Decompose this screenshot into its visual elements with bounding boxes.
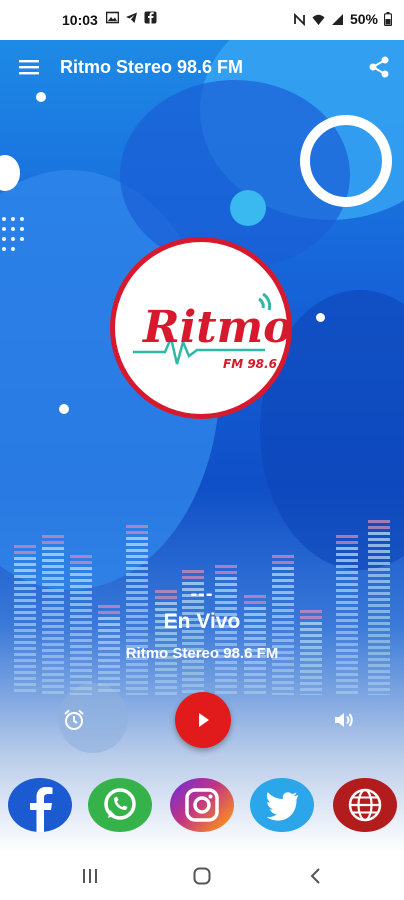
signal-icon xyxy=(331,13,343,25)
hamburger-icon[interactable] xyxy=(14,52,44,82)
telegram-icon xyxy=(126,12,137,23)
share-icon[interactable] xyxy=(366,54,392,80)
station-logo: Ritmo FM 98.6 xyxy=(110,237,292,419)
logo-text: Ritmo xyxy=(141,302,287,353)
wifi-icon xyxy=(312,14,325,25)
battery-icon xyxy=(384,12,392,26)
volume-icon[interactable] xyxy=(332,708,356,732)
play-button[interactable] xyxy=(175,692,231,748)
instagram-icon xyxy=(185,788,219,822)
facebook-small-icon xyxy=(144,11,157,24)
status-time: 10:03 xyxy=(62,12,98,28)
track-title: --- xyxy=(190,583,214,605)
battery-percent: 50% xyxy=(349,11,378,27)
live-status: En Vivo xyxy=(163,610,241,633)
logo-sub: FM 98.6 xyxy=(223,357,277,371)
recents-icon[interactable] xyxy=(80,866,100,886)
back-icon[interactable] xyxy=(306,866,326,886)
notification-icons xyxy=(106,11,157,24)
system-nav-bar xyxy=(0,852,404,900)
app-bar: Ritmo Stereo 98.6 FM xyxy=(0,40,404,96)
web-button[interactable] xyxy=(333,778,397,832)
alarm-icon[interactable] xyxy=(62,708,86,732)
whatsapp-button[interactable] xyxy=(88,778,152,832)
facebook-icon xyxy=(30,787,53,832)
facebook-button[interactable] xyxy=(8,778,72,832)
home-icon[interactable] xyxy=(192,866,212,886)
twitter-button[interactable] xyxy=(250,778,314,832)
whatsapp-icon xyxy=(104,788,136,820)
status-bar: 10:03 50% xyxy=(0,0,404,40)
play-icon xyxy=(199,713,209,727)
system-status-icons: 50% xyxy=(293,11,392,27)
globe-icon xyxy=(348,788,382,822)
nfc-icon xyxy=(294,12,305,26)
gallery-icon xyxy=(106,11,119,24)
station-name: Ritmo Stereo 98.6 FM xyxy=(125,645,279,662)
instagram-button[interactable] xyxy=(170,778,234,832)
twitter-icon xyxy=(266,792,298,821)
app-title: Ritmo Stereo 98.6 FM xyxy=(60,57,244,77)
